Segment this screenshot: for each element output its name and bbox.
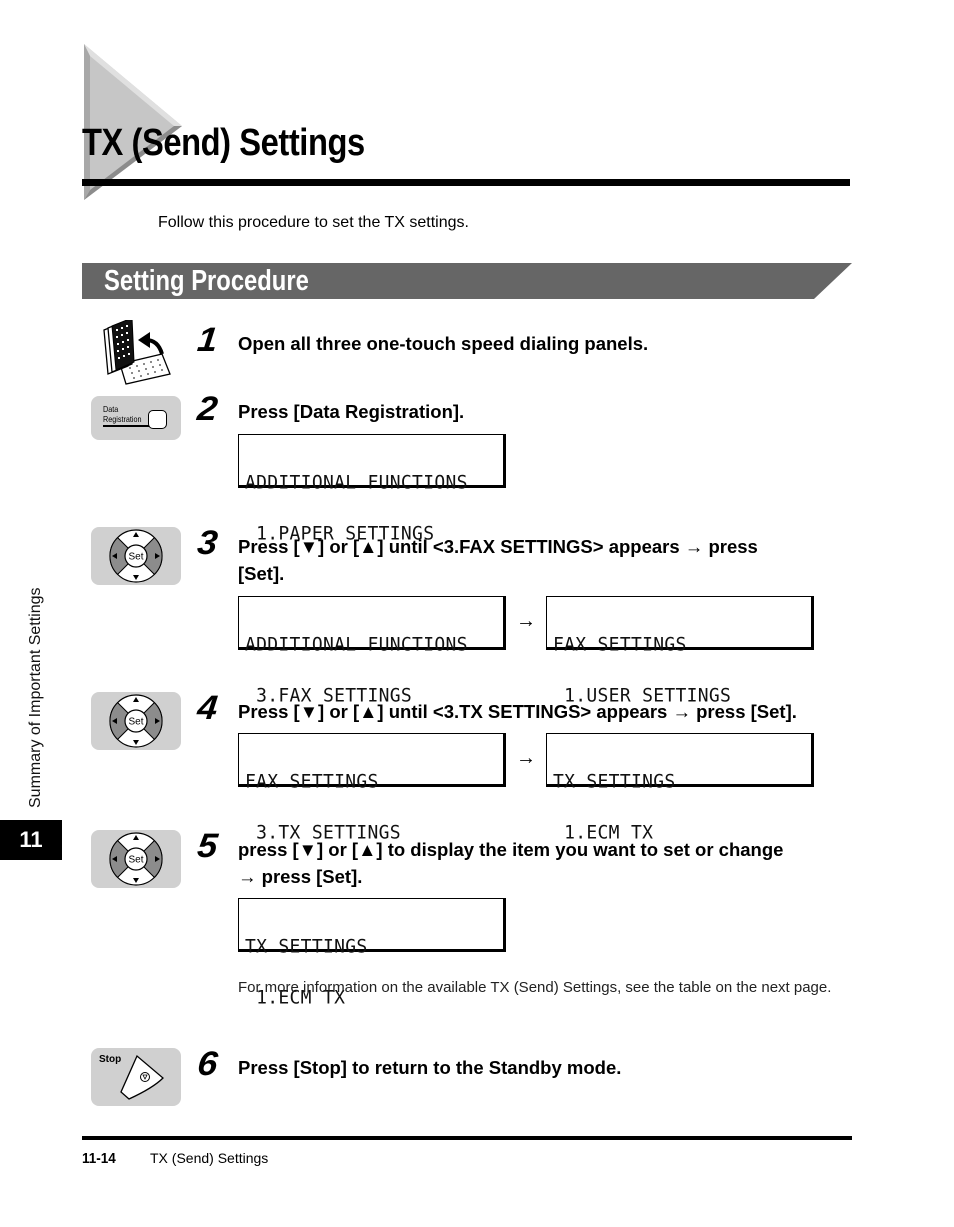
footer-title: TX (Send) Settings bbox=[150, 1150, 269, 1166]
set-navigation-keys-icon: Set bbox=[91, 527, 181, 585]
step-instruction-line-1: press [▼] or [▲] to display the item you… bbox=[238, 839, 784, 860]
step-number: 2 bbox=[195, 390, 220, 428]
set-navigation-keys-icon: Set bbox=[91, 830, 181, 888]
step-number: 6 bbox=[195, 1045, 220, 1083]
lcd-line-1: FAX SETTINGS bbox=[245, 770, 379, 793]
step-number: 1 bbox=[195, 321, 220, 359]
step-instruction: Press [▼] or [▲] until <3.FAX SETTINGS> … bbox=[238, 533, 858, 587]
lcd-display: FAX SETTINGS 1.USER SETTINGS bbox=[546, 596, 814, 705]
step-instruction: Open all three one-touch speed dialing p… bbox=[238, 333, 649, 354]
key-button-shape bbox=[148, 410, 167, 429]
key-label-line1: Data bbox=[103, 404, 119, 414]
step-instruction-line-1: Press [▼] or [▲] until <3.FAX SETTINGS> … bbox=[238, 536, 758, 557]
key-label-line2: Registration bbox=[103, 414, 142, 424]
stop-key-icon: Stop bbox=[91, 1048, 181, 1106]
lcd-line-1: TX SETTINGS bbox=[245, 935, 368, 958]
lcd-display: ADDITIONAL FUNCTIONS 1.PAPER SETTINGS bbox=[238, 434, 506, 543]
set-key-label: Set bbox=[128, 855, 143, 866]
step-instruction: press [▼] or [▲] to display the item you… bbox=[238, 836, 858, 890]
page-title: TX (Send) Settings bbox=[82, 122, 365, 164]
step-instruction: Press [Data Registration]. bbox=[238, 401, 465, 422]
set-key-label: Set bbox=[128, 717, 143, 728]
lcd-display: TX SETTINGS 1.ECM TX bbox=[238, 898, 506, 1007]
chapter-number-tab: 11 bbox=[0, 820, 62, 860]
step-instruction-line-2: → press [Set]. bbox=[238, 866, 363, 887]
lcd-display: FAX SETTINGS 3.TX SETTINGS bbox=[238, 733, 506, 842]
lcd-line-1: ADDITIONAL FUNCTIONS bbox=[245, 471, 468, 494]
step-number: 3 bbox=[195, 524, 220, 562]
lcd-display: ADDITIONAL FUNCTIONS 3.FAX SETTINGS bbox=[238, 596, 506, 705]
step-instruction-line-2: [Set]. bbox=[238, 563, 285, 584]
title-underline bbox=[82, 179, 850, 186]
data-registration-key-icon: Data Registration bbox=[91, 396, 181, 440]
flow-arrow-icon: → bbox=[516, 610, 536, 632]
flow-arrow-icon: → bbox=[516, 747, 536, 769]
intro-text: Follow this procedure to set the TX sett… bbox=[158, 214, 469, 231]
step-number: 5 bbox=[195, 827, 220, 865]
set-key-label: Set bbox=[128, 552, 143, 563]
section-title: Setting Procedure bbox=[104, 265, 309, 297]
lcd-line-1: TX SETTINGS bbox=[553, 770, 676, 793]
lcd-line-1: ADDITIONAL FUNCTIONS bbox=[245, 633, 468, 656]
one-touch-panel-icon bbox=[103, 320, 171, 385]
footer-rule bbox=[82, 1136, 852, 1140]
footer-page-number: 11-14 bbox=[82, 1150, 116, 1167]
step-instruction: Press [▼] or [▲] until <3.TX SETTINGS> a… bbox=[238, 701, 797, 722]
chapter-side-label: Summary of Important Settings bbox=[27, 587, 44, 808]
step-instruction: Press [Stop] to return to the Standby mo… bbox=[238, 1057, 622, 1078]
step-note: For more information on the available TX… bbox=[238, 979, 832, 996]
step-number: 4 bbox=[195, 689, 220, 727]
lcd-line-1: FAX SETTINGS bbox=[553, 633, 687, 656]
set-navigation-keys-icon: Set bbox=[91, 692, 181, 750]
lcd-display: TX SETTINGS 1.ECM TX bbox=[546, 733, 814, 842]
